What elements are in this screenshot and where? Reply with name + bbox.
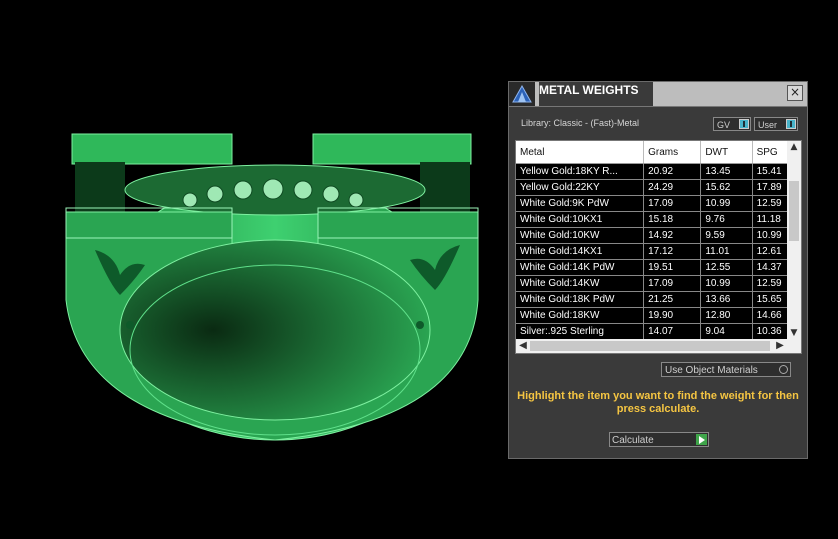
user-toggle-label: User <box>758 120 778 130</box>
gv-toggle[interactable]: GV <box>713 117 751 131</box>
calculate-button[interactable]: Calculate <box>609 432 709 447</box>
horizontal-scrollbar[interactable]: ◀ ▶ <box>516 339 801 353</box>
dwt-cell: 13.45 <box>700 163 753 180</box>
chevron-up-icon[interactable]: ▲ <box>787 141 801 153</box>
table-row[interactable]: White Gold:14K PdW 19.51 12.55 14.37 <box>516 259 801 276</box>
dwt-cell: 15.62 <box>700 179 753 196</box>
table-header-row: Metal Grams DWT SPG <box>516 141 801 164</box>
metal-weights-panel: METAL WEIGHTS × Library: Classic - (Fast… <box>508 81 808 459</box>
table-row[interactable]: White Gold:10KX1 15.18 9.76 11.18 <box>516 211 801 228</box>
table-row[interactable]: White Gold:14KW 17.09 10.99 12.59 <box>516 275 801 292</box>
metal-cell: White Gold:10KX1 <box>516 211 645 228</box>
dwt-cell: 9.04 <box>700 323 753 340</box>
grams-cell: 20.92 <box>643 163 702 180</box>
calculate-label: Calculate <box>612 435 654 446</box>
instruction-text: Highlight the item you want to find the … <box>517 390 799 415</box>
grams-cell: 17.12 <box>643 243 702 260</box>
radio-icon[interactable] <box>779 365 788 374</box>
dwt-cell: 12.80 <box>700 307 753 324</box>
dwt-cell: 9.76 <box>700 211 753 228</box>
grams-cell: 14.07 <box>643 323 702 340</box>
dwt-cell: 11.01 <box>700 243 753 260</box>
scroll-thumb[interactable] <box>530 341 770 351</box>
dwt-cell: 9.59 <box>700 227 753 244</box>
grams-cell: 14.92 <box>643 227 702 244</box>
close-icon[interactable]: × <box>787 85 803 101</box>
panel-titlebar[interactable]: METAL WEIGHTS × <box>509 82 807 107</box>
metal-table[interactable]: Metal Grams DWT SPG Yellow Gold:18KY R..… <box>515 140 802 354</box>
grams-cell: 21.25 <box>643 291 702 308</box>
use-object-materials-label: Use Object Materials <box>665 365 758 376</box>
dwt-cell: 12.55 <box>700 259 753 276</box>
column-header-metal[interactable]: Metal <box>516 141 645 164</box>
metal-cell: White Gold:18KW <box>516 307 645 324</box>
metal-cell: White Gold:14KX1 <box>516 243 645 260</box>
grams-cell: 15.18 <box>643 211 702 228</box>
table-row[interactable]: White Gold:10KW 14.92 9.59 10.99 <box>516 227 801 244</box>
user-toggle[interactable]: User <box>754 117 798 131</box>
info-icon <box>739 119 749 129</box>
vertical-scrollbar[interactable]: ▲ ▼ <box>787 141 801 339</box>
table-row[interactable]: White Gold:9K PdW 17.09 10.99 12.59 <box>516 195 801 212</box>
app-logo-icon <box>509 82 535 106</box>
dwt-cell: 10.99 <box>700 195 753 212</box>
gv-toggle-label: GV <box>717 120 731 130</box>
metal-cell: White Gold:14K PdW <box>516 259 645 276</box>
grams-cell: 17.09 <box>643 195 702 212</box>
dwt-cell: 13.66 <box>700 291 753 308</box>
use-object-materials-option[interactable]: Use Object Materials <box>661 362 791 377</box>
table-row[interactable]: Yellow Gold:22KY 24.29 15.62 17.89 <box>516 179 801 196</box>
metal-cell: Silver:.925 Sterling <box>516 323 645 340</box>
chevron-down-icon[interactable]: ▼ <box>787 327 801 339</box>
metal-cell: Yellow Gold:22KY <box>516 179 645 196</box>
panel-title: METAL WEIGHTS <box>539 82 653 106</box>
metal-cell: Yellow Gold:18KY R... <box>516 163 645 180</box>
grams-cell: 19.51 <box>643 259 702 276</box>
chevron-right-icon[interactable]: ▶ <box>773 339 787 353</box>
chevron-left-icon[interactable]: ◀ <box>516 339 530 353</box>
library-label: Library: Classic - (Fast)-Metal <box>521 118 640 128</box>
grams-cell: 19.90 <box>643 307 702 324</box>
info-icon <box>786 119 796 129</box>
grams-cell: 17.09 <box>643 275 702 292</box>
table-row[interactable]: White Gold:18KW 19.90 12.80 14.66 <box>516 307 801 324</box>
metal-cell: White Gold:9K PdW <box>516 195 645 212</box>
table-row[interactable]: White Gold:18K PdW 21.25 13.66 15.65 <box>516 291 801 308</box>
play-icon <box>696 434 707 445</box>
table-row[interactable]: White Gold:14KX1 17.12 11.01 12.61 <box>516 243 801 260</box>
metal-cell: White Gold:14KW <box>516 275 645 292</box>
metal-cell: White Gold:18K PdW <box>516 291 645 308</box>
dwt-cell: 10.99 <box>700 275 753 292</box>
table-row[interactable]: Silver:.925 Sterling 14.07 9.04 10.36 <box>516 323 801 340</box>
ring-model[interactable] <box>0 0 500 535</box>
table-row[interactable]: Yellow Gold:18KY R... 20.92 13.45 15.41 <box>516 163 801 180</box>
scroll-thumb[interactable] <box>789 181 799 241</box>
grams-cell: 24.29 <box>643 179 702 196</box>
3d-viewport[interactable] <box>0 0 500 535</box>
column-header-grams[interactable]: Grams <box>643 141 702 164</box>
metal-cell: White Gold:10KW <box>516 227 645 244</box>
column-header-dwt[interactable]: DWT <box>700 141 753 164</box>
